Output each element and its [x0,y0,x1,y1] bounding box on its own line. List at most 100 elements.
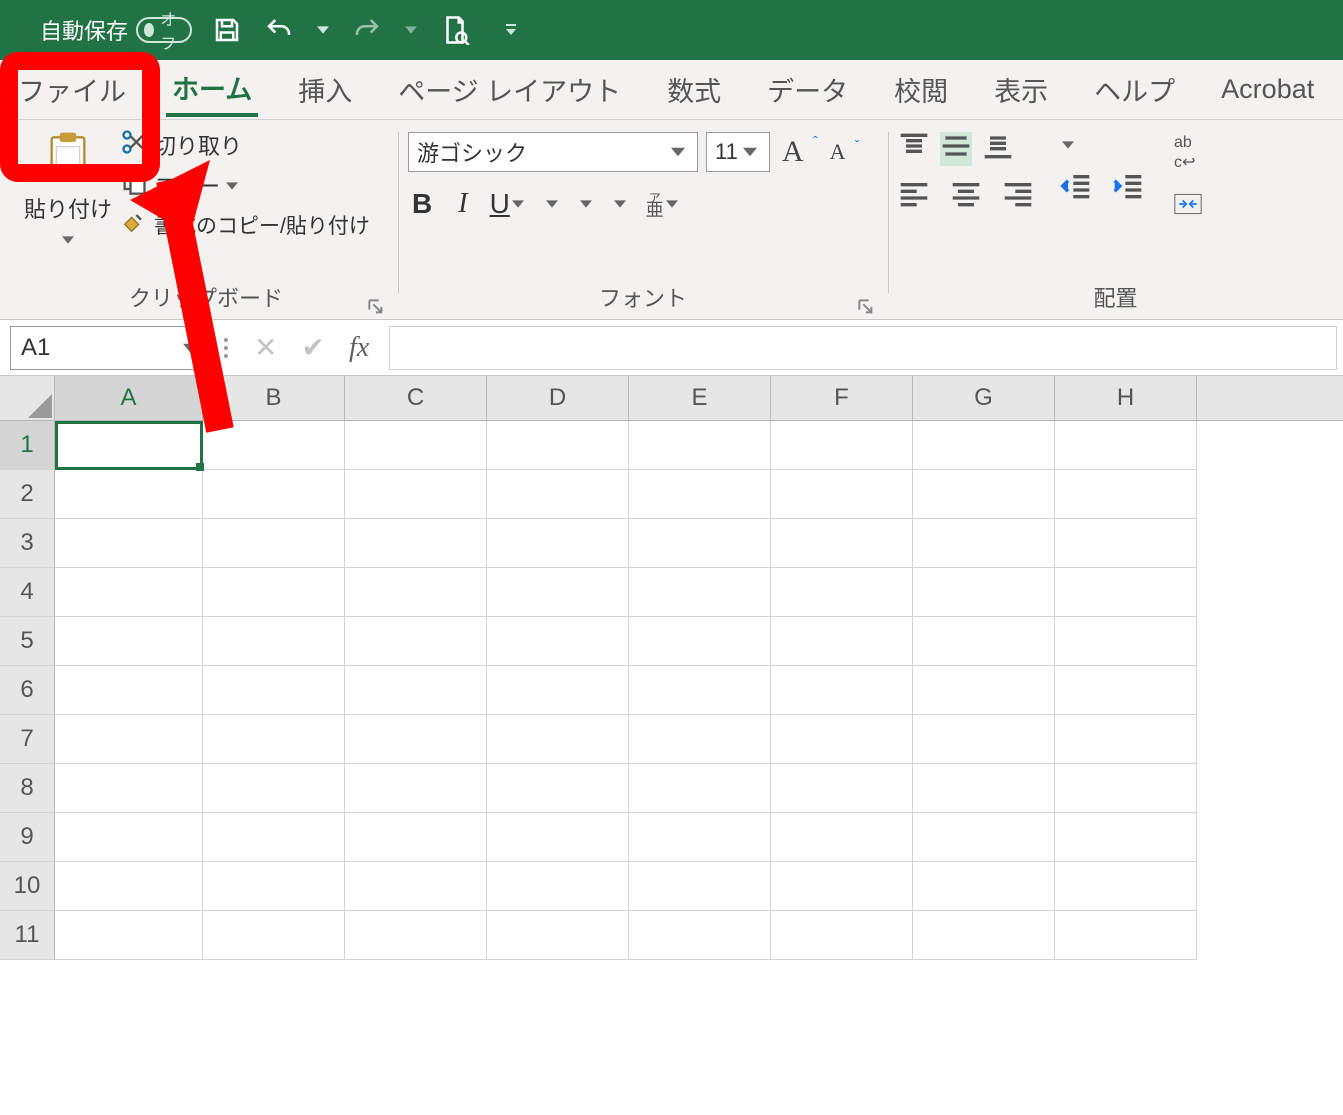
undo-icon[interactable] [262,13,296,47]
cell-F10[interactable] [771,862,913,911]
align-middle-button[interactable] [940,132,972,166]
cell-H6[interactable] [1055,666,1197,715]
cell-D11[interactable] [487,911,629,960]
tab-page-layout[interactable]: ページ レイアウト [392,64,627,115]
cell-E8[interactable] [629,764,771,813]
row-header-1[interactable]: 1 [0,421,55,470]
col-header-E[interactable]: E [629,376,771,420]
cell-A5[interactable] [55,617,203,666]
decrease-font-size-button[interactable]: Aˇ [826,133,862,171]
col-header-A[interactable]: A [55,376,203,420]
clipboard-dialog-launcher-icon[interactable] [368,295,384,311]
paste-dropdown-icon[interactable] [62,226,74,252]
select-all-corner[interactable] [0,376,55,420]
align-left-button[interactable] [898,180,930,214]
cell-E4[interactable] [629,568,771,617]
tab-acrobat[interactable]: Acrobat [1215,68,1320,111]
cell-E1[interactable] [629,421,771,470]
autosave-track[interactable]: オフ [136,17,192,43]
col-header-H[interactable]: H [1055,376,1197,420]
cell-E11[interactable] [629,911,771,960]
col-header-F[interactable]: F [771,376,913,420]
copy-button[interactable]: コピー [120,168,370,202]
insert-function-button[interactable]: fx [349,332,369,364]
paste-button[interactable]: 貼り付け [24,128,112,252]
cell-B6[interactable] [203,666,345,715]
col-header-B[interactable]: B [203,376,345,420]
cell-F8[interactable] [771,764,913,813]
increase-font-size-button[interactable]: Aˆ [778,133,820,171]
print-preview-icon[interactable] [438,13,472,47]
cell-E3[interactable] [629,519,771,568]
cell-B7[interactable] [203,715,345,764]
row-header-3[interactable]: 3 [0,519,55,568]
orientation-dropdown-icon[interactable] [1060,139,1076,151]
cell-C11[interactable] [345,911,487,960]
cell-H8[interactable] [1055,764,1197,813]
cell-H7[interactable] [1055,715,1197,764]
cell-G10[interactable] [913,862,1055,911]
align-center-button[interactable] [950,180,982,214]
cell-B3[interactable] [203,519,345,568]
cell-F6[interactable] [771,666,913,715]
align-top-button[interactable] [898,132,930,166]
cell-A7[interactable] [55,715,203,764]
cell-G11[interactable] [913,911,1055,960]
tab-help[interactable]: ヘルプ [1088,64,1181,115]
cell-G2[interactable] [913,470,1055,519]
cell-C2[interactable] [345,470,487,519]
cell-H4[interactable] [1055,568,1197,617]
italic-button[interactable]: I [454,186,471,222]
redo-dropdown-icon[interactable] [402,24,420,36]
row-header-6[interactable]: 6 [0,666,55,715]
cell-F2[interactable] [771,470,913,519]
row-header-4[interactable]: 4 [0,568,55,617]
cell-D3[interactable] [487,519,629,568]
cell-G4[interactable] [913,568,1055,617]
cell-D7[interactable] [487,715,629,764]
font-name-combo[interactable]: 游ゴシック [408,132,698,172]
cell-H9[interactable] [1055,813,1197,862]
row-header-8[interactable]: 8 [0,764,55,813]
format-painter-button[interactable]: 書式のコピー/貼り付け [120,208,370,242]
row-header-11[interactable]: 11 [0,911,55,960]
cell-D2[interactable] [487,470,629,519]
cell-E5[interactable] [629,617,771,666]
cell-C1[interactable] [345,421,487,470]
decrease-indent-button[interactable] [1060,172,1092,206]
tab-home[interactable]: ホーム [166,62,258,117]
cell-C10[interactable] [345,862,487,911]
cell-D9[interactable] [487,813,629,862]
row-header-5[interactable]: 5 [0,617,55,666]
tab-insert[interactable]: 挿入 [292,64,358,115]
bold-button[interactable]: B [408,186,436,222]
tab-review[interactable]: 校閲 [888,64,954,115]
cell-C9[interactable] [345,813,487,862]
wrap-text-button[interactable]: abc↩ [1170,132,1199,174]
cell-H5[interactable] [1055,617,1197,666]
cell-F11[interactable] [771,911,913,960]
name-box-dropdown-icon[interactable] [183,334,197,362]
name-box[interactable]: A1 [10,326,208,370]
cell-H1[interactable] [1055,421,1197,470]
name-box-resize-grip[interactable] [218,338,234,358]
cell-A3[interactable] [55,519,203,568]
cell-A9[interactable] [55,813,203,862]
cell-D10[interactable] [487,862,629,911]
cell-D1[interactable] [487,421,629,470]
row-header-10[interactable]: 10 [0,862,55,911]
autosave-toggle[interactable]: 自動保存 オフ [40,14,192,46]
cell-A10[interactable] [55,862,203,911]
increase-indent-button[interactable] [1112,172,1144,206]
cancel-formula-icon[interactable]: ✕ [254,331,277,364]
undo-dropdown-icon[interactable] [314,24,332,36]
cell-A8[interactable] [55,764,203,813]
cell-H2[interactable] [1055,470,1197,519]
cell-C3[interactable] [345,519,487,568]
cell-C8[interactable] [345,764,487,813]
font-color-dropdown-icon[interactable] [612,198,628,210]
cell-F3[interactable] [771,519,913,568]
cell-F1[interactable] [771,421,913,470]
borders-button[interactable] [544,191,560,217]
cut-button[interactable]: 切り取り [120,128,370,162]
